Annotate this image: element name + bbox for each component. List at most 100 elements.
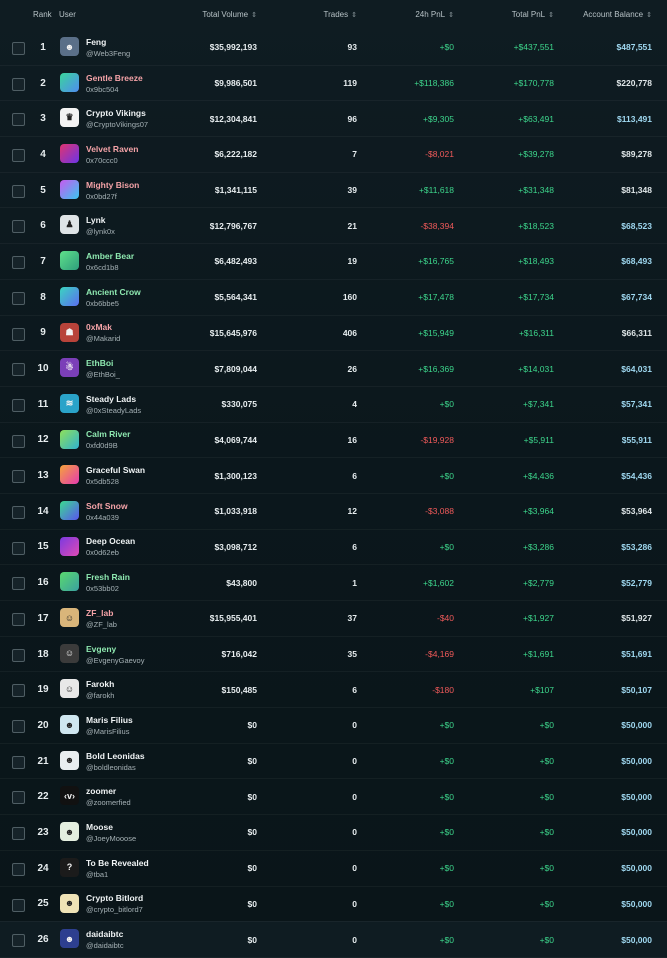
row-checkbox[interactable] [12, 720, 25, 734]
user-cell[interactable]: zoomer @zoomerfied [86, 779, 131, 814]
user-name[interactable]: Amber Bear [86, 250, 134, 262]
user-name[interactable]: Gentle Breeze [86, 72, 143, 84]
row-checkbox[interactable] [12, 934, 25, 948]
table-row[interactable]: 13 Graceful Swan 0x5db528 $1,300,123 6 +… [0, 458, 667, 494]
row-checkbox[interactable] [12, 434, 25, 448]
user-name[interactable]: 0xMak [86, 321, 112, 333]
user-name[interactable]: Crypto Vikings [86, 107, 146, 119]
user-name[interactable]: Maris Filius [86, 714, 133, 726]
user-cell[interactable]: To Be Revealed @tba1 [86, 851, 149, 886]
user-name[interactable]: Farokh [86, 678, 114, 690]
table-row[interactable]: 4 Velvet Raven 0x70ccc0 $6,222,182 7 -$8… [0, 137, 667, 173]
user-name[interactable]: To Be Revealed [86, 857, 149, 869]
user-name[interactable]: Bold Leonidas [86, 750, 145, 762]
header-trades[interactable]: Trades ⇕ [324, 10, 357, 19]
user-name[interactable]: Feng [86, 36, 106, 48]
row-checkbox[interactable] [12, 791, 25, 805]
user-cell[interactable]: EthBoi @EthBoi_ [86, 351, 120, 386]
row-checkbox[interactable] [12, 755, 25, 769]
table-row[interactable]: 21 ☻ Bold Leonidas @boldleonidas $0 0 +$… [0, 744, 667, 780]
user-cell[interactable]: Deep Ocean 0x0d62eb [86, 530, 135, 565]
user-cell[interactable]: Mighty Bison 0x0bd27f [86, 173, 139, 208]
user-name[interactable]: Ancient Crow [86, 286, 141, 298]
row-checkbox[interactable] [12, 184, 25, 198]
user-cell[interactable]: Moose @JoeyMooose [86, 815, 136, 850]
user-cell[interactable]: Calm River 0xfd0d9B [86, 423, 130, 458]
table-row[interactable]: 2 Gentle Breeze 0x9bc504 $9,986,501 119 … [0, 66, 667, 102]
user-name[interactable]: Mighty Bison [86, 179, 139, 191]
table-row[interactable]: 16 Fresh Rain 0x53bb02 $43,800 1 +$1,602… [0, 565, 667, 601]
row-checkbox[interactable] [12, 42, 25, 55]
user-name[interactable]: Evgeny [86, 643, 116, 655]
row-checkbox[interactable] [12, 291, 25, 305]
row-checkbox[interactable] [12, 541, 25, 555]
table-row[interactable]: 3 ♛ Crypto Vikings @CryptoVikings07 $12,… [0, 101, 667, 138]
row-checkbox[interactable] [12, 898, 25, 912]
user-cell[interactable]: Ancient Crow 0xb6bbe5 [86, 280, 141, 315]
user-cell[interactable]: Crypto Vikings @CryptoVikings07 [86, 101, 148, 136]
table-row[interactable]: 19 ☺ Farokh @farokh $150,485 6 -$180 +$1… [0, 672, 667, 709]
header-user[interactable]: User [59, 10, 76, 19]
user-name[interactable]: Fresh Rain [86, 571, 130, 583]
table-row[interactable]: 25 ☻ Crypto Bitlord @crypto_bitlord7 $0 … [0, 887, 667, 923]
user-cell[interactable]: Bold Leonidas @boldleonidas [86, 744, 145, 779]
row-checkbox[interactable] [12, 684, 25, 698]
header-account-balance[interactable]: Account Balance ⇕ [583, 10, 652, 19]
user-name[interactable]: Steady Lads [86, 393, 136, 405]
table-row[interactable]: 23 ☻ Moose @JoeyMooose $0 0 +$0 +$0 $50,… [0, 815, 667, 851]
table-row[interactable]: 17 ☺ ZF_lab @ZF_lab $15,955,401 37 -$40 … [0, 601, 667, 637]
user-name[interactable]: Crypto Bitlord [86, 892, 143, 904]
row-checkbox[interactable] [12, 220, 25, 234]
header-total-volume[interactable]: Total Volume ⇕ [202, 10, 257, 19]
user-cell[interactable]: Fresh Rain 0x53bb02 [86, 565, 130, 600]
row-checkbox[interactable] [12, 648, 25, 662]
table-row[interactable]: 15 Deep Ocean 0x0d62eb $3,098,712 6 +$0 … [0, 530, 667, 566]
table-row[interactable]: 11 ≋ Steady Lads @0xSteadyLads $330,075 … [0, 387, 667, 423]
table-row[interactable]: 18 ☺ Evgeny @EvgenyGaevoy $716,042 35 -$… [0, 637, 667, 673]
user-cell[interactable]: Feng @Web3Feng [86, 30, 130, 65]
user-cell[interactable]: Velvet Raven 0x70ccc0 [86, 137, 138, 172]
row-checkbox[interactable] [12, 613, 25, 626]
row-checkbox[interactable] [12, 149, 25, 163]
user-cell[interactable]: Crypto Bitlord @crypto_bitlord7 [86, 887, 143, 922]
table-row[interactable]: 26 ☻ daidaibtc @daidaibtc $0 0 +$0 +$0 $… [0, 922, 667, 958]
row-checkbox[interactable] [12, 577, 25, 591]
user-cell[interactable]: Farokh @farokh [86, 672, 114, 707]
user-name[interactable]: Moose [86, 821, 113, 833]
row-checkbox[interactable] [12, 256, 25, 270]
row-checkbox[interactable] [12, 113, 25, 127]
user-name[interactable]: EthBoi [86, 357, 113, 369]
row-checkbox[interactable] [12, 470, 25, 484]
header-rank[interactable]: Rank [33, 10, 52, 19]
table-row[interactable]: 22 ‹v› zoomer @zoomerfied $0 0 +$0 +$0 $… [0, 779, 667, 816]
user-name[interactable]: Calm River [86, 428, 130, 440]
user-cell[interactable]: ZF_lab @ZF_lab [86, 601, 117, 636]
row-checkbox[interactable] [12, 398, 25, 412]
user-cell[interactable]: Lynk @lynk0x [86, 208, 115, 243]
user-name[interactable]: Velvet Raven [86, 143, 138, 155]
row-checkbox[interactable] [12, 505, 25, 519]
user-cell[interactable]: daidaibtc @daidaibtc [86, 922, 124, 957]
row-checkbox[interactable] [12, 77, 25, 91]
user-cell[interactable]: Soft Snow 0x44a039 [86, 494, 128, 529]
table-row[interactable]: 12 Calm River 0xfd0d9B $4,069,744 16 -$1… [0, 423, 667, 459]
table-row[interactable]: 8 Ancient Crow 0xb6bbe5 $5,564,341 160 +… [0, 280, 667, 316]
table-row[interactable]: 9 ☗ 0xMak @Makarid $15,645,976 406 +$15,… [0, 316, 667, 352]
table-row[interactable]: 10 ☃ EthBoi @EthBoi_ $7,809,044 26 +$16,… [0, 351, 667, 387]
row-checkbox[interactable] [12, 327, 25, 341]
user-name[interactable]: Lynk [86, 214, 106, 226]
table-row[interactable]: 20 ☻ Maris Filius @MarisFilius $0 0 +$0 … [0, 708, 667, 744]
user-cell[interactable]: 0xMak @Makarid [86, 316, 120, 351]
user-cell[interactable]: Evgeny @EvgenyGaevoy [86, 637, 144, 672]
user-name[interactable]: Soft Snow [86, 500, 128, 512]
table-row[interactable]: 5 Mighty Bison 0x0bd27f $1,341,115 39 +$… [0, 173, 667, 209]
row-checkbox[interactable] [12, 862, 25, 876]
user-cell[interactable]: Steady Lads @0xSteadyLads [86, 387, 141, 422]
user-name[interactable]: ZF_lab [86, 607, 113, 619]
user-cell[interactable]: Amber Bear 0x6cd1b8 [86, 244, 134, 279]
table-row[interactable]: 24 ? To Be Revealed @tba1 $0 0 +$0 +$0 $… [0, 851, 667, 887]
table-row[interactable]: 7 Amber Bear 0x6cd1b8 $6,482,493 19 +$16… [0, 244, 667, 280]
row-checkbox[interactable] [12, 827, 25, 841]
user-name[interactable]: zoomer [86, 785, 116, 797]
user-name[interactable]: Graceful Swan [86, 464, 145, 476]
